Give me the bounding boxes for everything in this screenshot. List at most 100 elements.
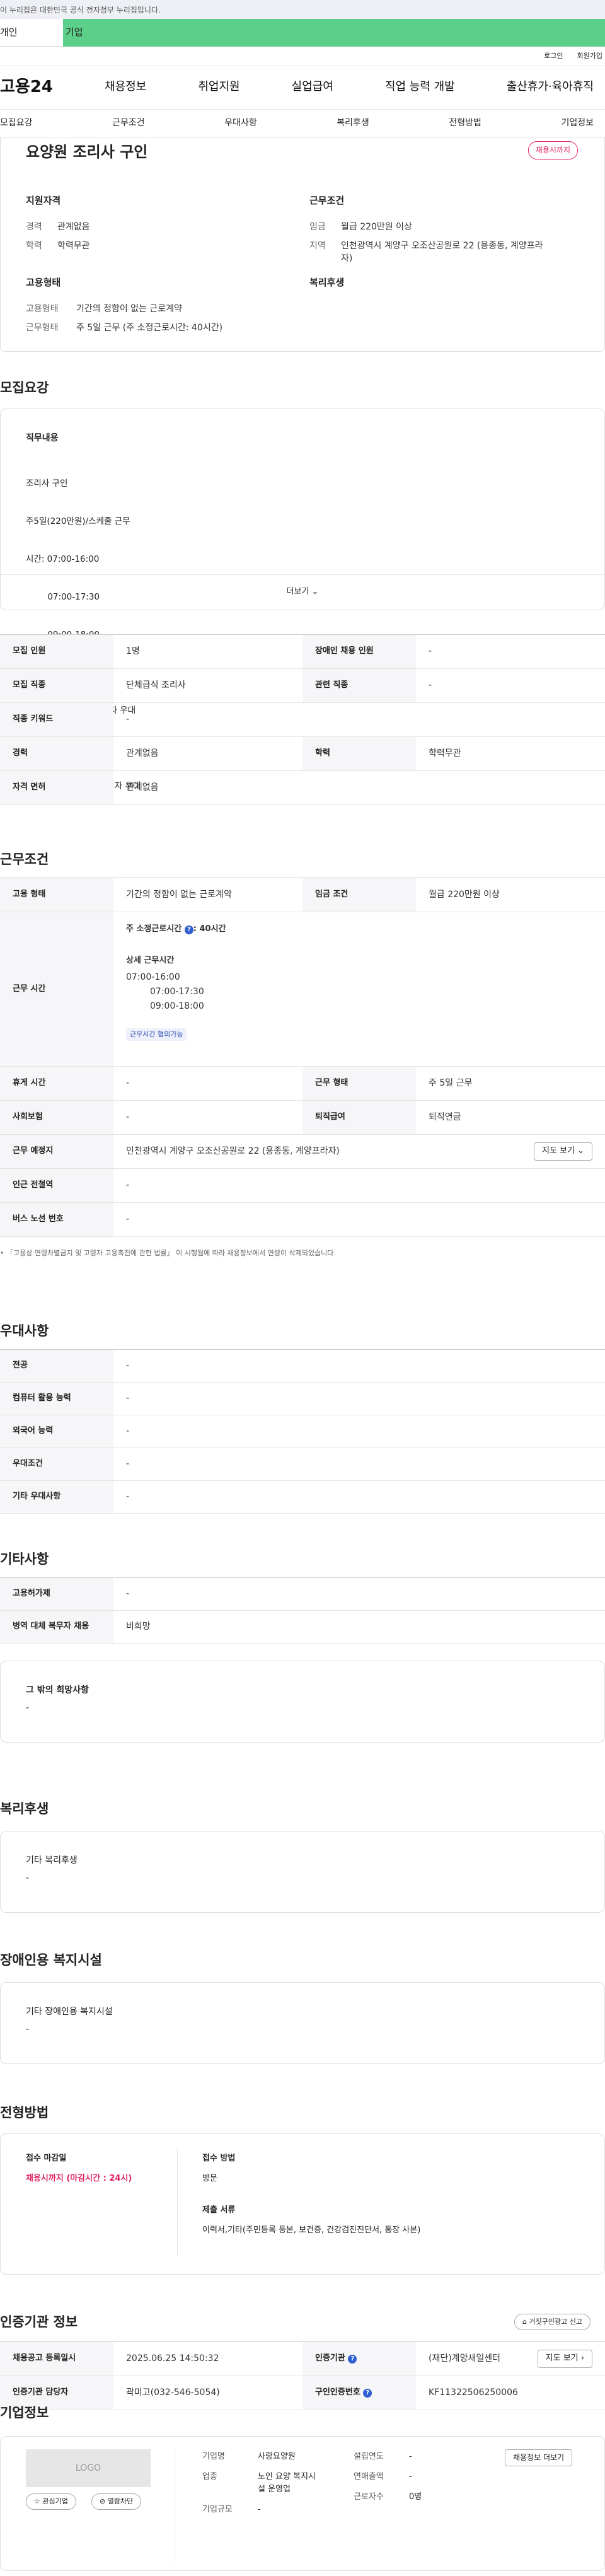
info-icon[interactable]: ? — [184, 925, 193, 934]
disabled-count-value: - — [429, 646, 432, 657]
benefit-value: - — [26, 1873, 30, 1883]
company-jobs-button[interactable]: 채용정보 더보기 — [505, 2449, 573, 2467]
tab-company[interactable]: 기업 — [63, 19, 605, 47]
table-row: 인증기관 담당자 곽미고(032-546-5054) 구인인증번호 ? KF11322… — [0, 2376, 605, 2410]
nav-employment-support[interactable]: 취업지원 — [198, 79, 239, 95]
other-box: 그 밖의 희망사항 - — [0, 1661, 605, 1743]
age-notice-text: 「고용상 연령차별금지 및 고령자 고용촉진에 관한 법률」 이 시행됨에 따라… — [6, 1249, 336, 1257]
block-company-button[interactable]: ⊘ 열람차단 — [91, 2493, 142, 2510]
table-row: 버스 노선 번호 - — [0, 1203, 605, 1237]
table-row: 우대조건 - — [0, 1448, 605, 1481]
cond-heading: 근무조건 — [309, 195, 345, 206]
disab-sub: 기타 장애인용 복지시설 — [26, 2007, 113, 2017]
reg-value: 2025.06.25 14:50:32 — [126, 2353, 219, 2364]
fav-company-button[interactable]: ☆ 관심기업 — [26, 2493, 76, 2510]
time-line: 09:00-18:00 — [150, 1001, 204, 1011]
pref-cond-label: 우대조건 — [0, 1448, 113, 1480]
recruit-count-value: 1명 — [126, 646, 140, 657]
time-detail-heading: 상세 근무시간 — [126, 956, 175, 965]
keyword-label: 직종 키워드 — [0, 703, 113, 736]
join-link[interactable]: 회원가입 — [577, 51, 602, 61]
nav-parental-leave[interactable]: 출산휴가·육아휴직 — [507, 79, 594, 95]
chevron-right-icon: › — [578, 2353, 584, 2364]
table-row: 휴게 시간 - 근무 형태 주 5일 근무 — [0, 1067, 605, 1101]
employees-value: 0명 — [409, 2492, 422, 2502]
login-link[interactable]: 로그인 — [544, 51, 563, 61]
major-label: 전공 — [0, 1350, 113, 1382]
benefit-heading: 복리후생 — [0, 1801, 49, 1816]
disab-box: 기타 장애인용 복지시설 - — [0, 1982, 605, 2064]
utility-bar: 로그인 회원가입 — [0, 47, 605, 66]
audience-tabs: 개인 기업 — [0, 19, 605, 47]
fav-label: 관심기업 — [42, 2497, 68, 2505]
negotiable-badge: 근무시간 협의가능 — [126, 1028, 187, 1041]
block-label: 열람차단 — [107, 2497, 134, 2505]
anchor-company[interactable]: 기업정보 — [561, 117, 594, 129]
severance-label: 퇴직급여 — [302, 1101, 416, 1134]
map-button[interactable]: 지도 보기 ⌄ — [533, 1142, 592, 1161]
tab-personal[interactable]: 개인 — [0, 19, 63, 47]
table-row: 근무 시간 주 소정근로시간 ?: 40시간 상세 근무시간 07:00-16:… — [0, 912, 605, 1067]
screen-heading: 전형방법 — [0, 2105, 49, 2120]
table-row: 외국어 능력 - — [0, 1415, 605, 1448]
info-icon[interactable]: ? — [348, 2354, 357, 2364]
military-value: 비희망 — [126, 1622, 151, 1632]
report-button[interactable]: ⌂ 거짓구인광고 신고 — [514, 2314, 591, 2330]
anchor-recruit[interactable]: 모집요강 — [0, 117, 33, 129]
global-nav: 고용24 채용정보 취업지원 실업급여 직업 능력 개발 출산휴가·육아휴직 — [0, 66, 605, 110]
anchor-benefit[interactable]: 복리후생 — [337, 117, 369, 129]
deadline-heading: 접수 마감일 — [26, 2154, 67, 2163]
break-label: 휴게 시간 — [0, 1067, 113, 1100]
screen-box: 접수 마감일 채용시까지 (마감시간 : 24시) 접수 방법 방문 제출 서류… — [0, 2133, 605, 2275]
cond-block: 근무조건 임금 월급 220만원 이상 지역 인천광역시 계양구 오조산공원로 22… — [309, 194, 587, 272]
anchor-screen[interactable]: 전형방법 — [449, 117, 481, 129]
time-line: 07:00-17:30 — [150, 987, 204, 997]
anchor-work[interactable]: 근무조건 — [112, 117, 145, 129]
work-form-value: 주 5일 근무 — [429, 1078, 473, 1089]
occupation-value: 단체급식 조리사 — [126, 680, 186, 691]
nav-training[interactable]: 직업 능력 개발 — [385, 79, 455, 95]
pref-etc-value: - — [126, 1492, 130, 1502]
anchor-pref[interactable]: 우대사항 — [224, 117, 257, 129]
subway-label: 인근 전철역 — [0, 1169, 113, 1202]
work-table: 고용 형태 기간의 정함이 없는 근로계약 임금 조건 월급 220만원 이상 근무 … — [0, 878, 605, 1237]
org-map-button[interactable]: 지도 보기 › — [537, 2350, 592, 2368]
license-value: 관계없음 — [126, 782, 159, 793]
chevron-down-icon: ⌄ — [309, 587, 319, 597]
emp-form-value: 주 5일 근무 (주 소정근로시간: 40시간) — [76, 323, 223, 334]
deadline-value: 채용시까지 (마감시간 : 24시) — [26, 2174, 132, 2183]
table-row: 채용공고 등록일시 2025.06.25 14:50:32 인증기관 ? (재단)계양… — [0, 2342, 605, 2376]
wage-value: 월급 220만원 이상 — [341, 221, 412, 232]
edu-value-2: 학력무관 — [429, 748, 461, 759]
site-logo[interactable]: 고용24 — [0, 76, 53, 100]
edu-label: 학력 — [26, 241, 42, 252]
info-icon[interactable]: ? — [363, 2388, 372, 2398]
table-row: 컴퓨터 활용 능력 - — [0, 1383, 605, 1415]
emp-form-label: 근무형태 — [26, 323, 59, 334]
pref-table: 전공 - 컴퓨터 활용 능력 - 외국어 능력 - 우대조건 - 기타 우대사항 - — [0, 1349, 605, 1514]
sales-label: 연매출액 — [354, 2472, 384, 2481]
scale-label: 기업규모 — [202, 2505, 233, 2514]
pref-heading: 우대사항 — [0, 1323, 49, 1338]
nav-jobs[interactable]: 채용정보 — [105, 79, 146, 95]
report-label: 거짓구인광고 신고 — [529, 2318, 582, 2326]
career-value: 관계없음 — [57, 221, 90, 232]
age-notice: • 「고용상 연령차별금지 및 고령자 고용촉진에 관한 법률」 이 시행됨에 … — [0, 1249, 336, 1257]
work-wage-value: 월급 220만원 이상 — [429, 890, 500, 900]
license-label: 자격 면허 — [0, 771, 113, 804]
duty-line: 주5일(220만원)/스케줄 근무 — [26, 516, 130, 526]
employees-label: 근로자수 — [354, 2492, 384, 2502]
emp-type-label: 고용형태 — [26, 303, 59, 314]
qual-heading: 지원자격 — [26, 195, 61, 206]
major-value: - — [126, 1361, 130, 1371]
bus-label: 버스 노선 번호 — [0, 1203, 113, 1236]
career-label: 경력 — [26, 221, 42, 232]
disab-value: - — [26, 2024, 30, 2034]
more-button[interactable]: 더보기 ⌄ — [1, 574, 604, 610]
nav-unemployment[interactable]: 실업급여 — [292, 79, 333, 95]
table-row: 병역 대체 복무자 채용 비희망 — [0, 1611, 605, 1644]
cert-heading: 인증기관 정보 — [0, 2314, 78, 2329]
work-time-label: 근무 시간 — [0, 912, 113, 1066]
docs-heading: 제출 서류 — [202, 2205, 236, 2215]
table-row: 경력 관계없음 학력 학력무관 — [0, 737, 605, 771]
